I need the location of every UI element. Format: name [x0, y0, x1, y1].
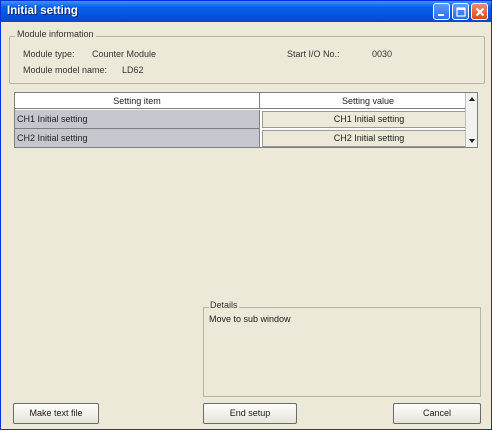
table-row: CH2 Initial setting CH2 Initial setting	[15, 129, 476, 148]
grid-scrollbar[interactable]	[465, 93, 477, 147]
scroll-down-button[interactable]	[466, 135, 478, 147]
cancel-button[interactable]: Cancel	[393, 403, 481, 424]
setting-value-header: Setting value	[260, 93, 476, 109]
settings-grid: Setting item Setting value CH1 Initial s…	[14, 92, 478, 148]
close-button[interactable]	[471, 3, 488, 20]
start-io-label: Start I/O No.:	[287, 49, 340, 59]
window-title: Initial setting	[7, 5, 78, 17]
scroll-up-button[interactable]	[466, 93, 478, 105]
module-model-label: Module model name:	[23, 65, 108, 75]
details-text: Move to sub window	[209, 314, 291, 324]
initial-setting-window: Initial setting Module information Modul…	[0, 0, 492, 430]
table-row: CH1 Initial setting CH1 Initial setting	[15, 110, 476, 129]
setting-value-ch2-button[interactable]: CH2 Initial setting	[262, 130, 476, 147]
setting-item-header: Setting item	[15, 93, 260, 109]
module-model-value: LD62	[122, 65, 144, 75]
module-type-label: Module type:	[23, 49, 75, 59]
details-legend: Details	[209, 300, 239, 310]
make-text-file-button[interactable]: Make text file	[13, 403, 99, 424]
start-io-value: 0030	[372, 49, 393, 59]
setting-item-ch2[interactable]: CH2 Initial setting	[15, 129, 260, 148]
module-type-value: Counter Module	[92, 49, 157, 59]
end-setup-button[interactable]: End setup	[203, 403, 297, 424]
setting-value-ch1-button[interactable]: CH1 Initial setting	[262, 111, 476, 128]
title-bar[interactable]: Initial setting	[1, 1, 491, 22]
setting-item-ch1[interactable]: CH1 Initial setting	[15, 110, 260, 129]
minimize-icon	[438, 14, 444, 16]
arrow-down-icon	[469, 139, 475, 143]
close-icon	[475, 7, 485, 17]
minimize-button[interactable]	[433, 3, 450, 20]
maximize-icon	[456, 7, 466, 17]
module-information-group	[9, 36, 485, 84]
maximize-button[interactable]	[452, 3, 469, 20]
arrow-up-icon	[469, 97, 475, 101]
module-information-legend: Module information	[15, 29, 96, 39]
